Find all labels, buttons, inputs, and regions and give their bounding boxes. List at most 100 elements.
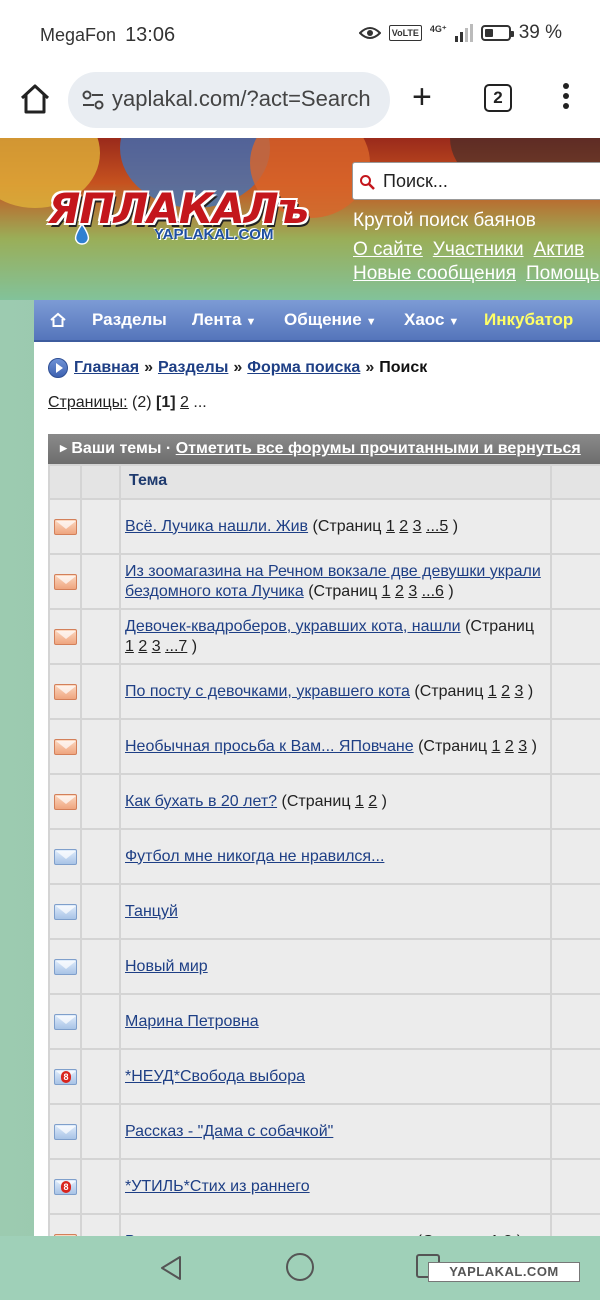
site-search-input[interactable]: Поиск... (352, 162, 600, 200)
back-icon[interactable] (158, 1254, 184, 1282)
browser-menu-icon[interactable] (556, 80, 576, 116)
topic-page-link[interactable]: 3 (515, 683, 524, 700)
battery-percent: 39 % (518, 22, 562, 43)
web-page: ЯПЛАКАЛъ YAPLAKAL.COM Поиск... Крутой по… (0, 138, 600, 1236)
breadcrumb-home[interactable]: Главная (74, 359, 139, 377)
topic-page-link[interactable]: 1 (492, 738, 501, 755)
logo-domain: YAPLAKAL.COM (154, 226, 274, 243)
topic-title-link[interactable]: Танцуй (125, 903, 178, 920)
address-bar[interactable]: yaplakal.com/?act=Search (68, 72, 390, 128)
topic-page-link[interactable]: 2 (501, 683, 510, 700)
topic-page-link[interactable]: 2 (505, 738, 514, 755)
read-envelope-icon (54, 574, 77, 590)
pages-next[interactable]: 2 (180, 394, 189, 411)
topic-title-link[interactable]: Футбол мне никогда не нравился... (125, 848, 384, 865)
breadcrumb-search-form[interactable]: Форма поиска (247, 359, 360, 377)
nav-communication[interactable]: Общение ▼ (284, 310, 377, 330)
table-row: *УТИЛЬ*Стих из раннего (50, 1160, 600, 1213)
table-row: Девочек-квадроберов, укравших кота, нашл… (50, 610, 600, 663)
link-active[interactable]: Актив (534, 239, 585, 260)
topic-title-link[interactable]: Девочек-квадроберов, укравших кота, нашл… (125, 618, 461, 635)
topic-page-link[interactable]: 3 (413, 518, 422, 535)
link-new-posts[interactable]: Новые сообщения (353, 263, 516, 284)
topic-title-link[interactable]: Как бухать в 20 лет? (125, 793, 277, 810)
topic-page-link[interactable]: 2 (138, 638, 147, 655)
signal-icon (454, 24, 473, 42)
link-members[interactable]: Участники (433, 239, 524, 260)
topic-title-link[interactable]: Новый мир (125, 958, 208, 975)
site-logo[interactable]: ЯПЛАКАЛъ YAPLAKAL.COM (48, 184, 310, 250)
home-circle-icon[interactable] (286, 1253, 314, 1281)
home-icon[interactable] (18, 82, 52, 116)
nav-home-icon[interactable] (50, 312, 66, 328)
topic-title-link[interactable]: Необычная просьба к Вам... ЯПовчане (125, 738, 414, 755)
topic-page-link[interactable]: ...5 (426, 518, 448, 535)
volte-badge: VoLTE (388, 25, 422, 41)
topic-page-link[interactable]: 2 (399, 518, 408, 535)
new-tab-button[interactable]: + (412, 80, 432, 114)
table-row: Танцуй (50, 885, 600, 938)
search-icon (360, 175, 375, 190)
nav-incubator[interactable]: Инкубатор (484, 310, 573, 330)
table-row: Из зоомагазина на Речном вокзале две дев… (50, 555, 600, 608)
topic-title-link[interactable]: Рассказ - "Дама с собачкой" (125, 1123, 333, 1140)
pages-count: (2) (132, 394, 152, 411)
topic-page-link[interactable]: 3 (518, 738, 527, 755)
topic-pages: (Страниц 1 2 ) (281, 792, 387, 810)
table-row: По посту с девочками, укравшего кота (Ст… (50, 665, 600, 718)
link-about[interactable]: О сайте (353, 239, 423, 260)
nav-sections[interactable]: Разделы (92, 310, 167, 330)
mark-all-read-link[interactable]: Отметить все форумы прочитанными и верну… (176, 440, 581, 457)
table-column-header: Тема (50, 466, 600, 498)
topic-page-link[interactable]: ...6 (422, 583, 444, 600)
topic-page-link[interactable]: ...7 (165, 638, 187, 655)
unread-envelope-icon (54, 904, 77, 920)
topic-page-link[interactable]: 1 (125, 638, 134, 655)
pages-current: [1] (156, 394, 176, 411)
topic-title-link[interactable]: Марина Петровна (125, 1013, 259, 1030)
table-row: Всё. Лучика нашли. Жив (Страниц 1 2 3 ..… (50, 500, 600, 553)
clock: 13:06 (125, 24, 176, 46)
topic-list: Всё. Лучика нашли. Жив (Страниц 1 2 3 ..… (50, 500, 600, 1236)
topic-page-link[interactable]: 2 (368, 793, 377, 810)
nav-feed[interactable]: Лента ▼ (192, 310, 256, 330)
breadcrumb-sections[interactable]: Разделы (158, 359, 228, 377)
battery-icon (480, 25, 514, 41)
topic-title-link[interactable]: Всё. Лучика нашли. Жив (125, 518, 308, 535)
chevron-down-icon: ▼ (448, 316, 460, 328)
status-left: MegaFon 13:06 (40, 24, 175, 47)
topic-title-link[interactable]: *НЕУД*Свобода выбора (125, 1068, 305, 1085)
nav-chaos[interactable]: Хаос ▼ (404, 310, 459, 330)
chevron-down-icon: ▼ (245, 316, 257, 328)
topic-page-link[interactable]: 3 (408, 583, 417, 600)
site-settings-icon[interactable] (82, 90, 104, 110)
breadcrumb-current: Поиск (379, 359, 428, 376)
browser-toolbar: yaplakal.com/?act=Search + 2 (0, 68, 600, 138)
site-tagline: Крутой поиск баянов (353, 210, 536, 231)
topic-page-link[interactable]: 1 (382, 583, 391, 600)
read-envelope-icon (54, 684, 77, 700)
topic-page-link[interactable]: 1 (355, 793, 364, 810)
pages-label[interactable]: Страницы: (48, 394, 128, 411)
topic-title-link[interactable]: *УТИЛЬ*Стих из раннего (125, 1178, 310, 1195)
topic-page-link[interactable]: 1 (386, 518, 395, 535)
triangle-right-icon: ▶ (60, 443, 67, 453)
topic-pages: (Страниц 1 2 3 ) (414, 682, 534, 700)
topic-pages: (Страниц 1 2 3 ...6 ) (308, 582, 454, 600)
eye-icon (358, 27, 381, 39)
table-row: *НЕУД*Свобода выбора (50, 1050, 600, 1103)
topic-title-link[interactable]: По посту с девочками, укравшего кота (125, 683, 410, 700)
column-topic: Тема (129, 472, 168, 489)
status-bar: MegaFon 13:06 VoLTE 4G⁺ 39 % (0, 0, 600, 68)
read-envelope-icon (54, 739, 77, 755)
topics-table: ▶ Ваши темы · Отметить все форумы прочит… (48, 434, 600, 1236)
link-help[interactable]: Помощь (526, 263, 599, 284)
topic-page-link[interactable]: 2 (395, 583, 404, 600)
topic-page-link[interactable]: 1 (488, 683, 497, 700)
topic-page-link[interactable]: 3 (152, 638, 161, 655)
tab-switcher-button[interactable]: 2 (484, 84, 512, 112)
unread-envelope-icon (54, 959, 77, 975)
table-row: Весна опять пришла, и лучики тепла... (С… (50, 1215, 600, 1236)
tear-drop-icon (74, 224, 90, 245)
unread-envelope-icon (54, 1014, 77, 1030)
